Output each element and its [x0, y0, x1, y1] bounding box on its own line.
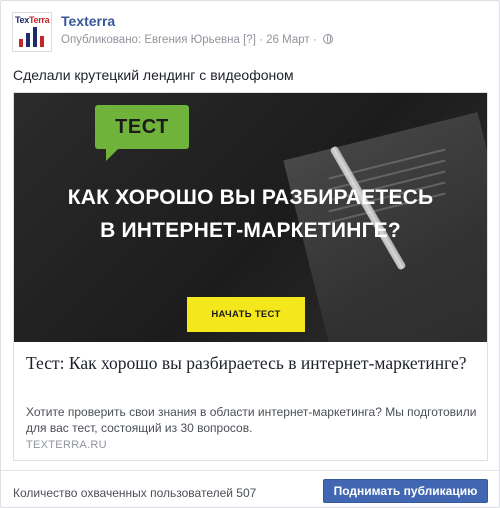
link-title[interactable]: Тест: Как хорошо вы разбираетесь в интер… [26, 352, 476, 374]
link-preview-image[interactable]: ТЕСТ КАК ХОРОШО ВЫ РАЗБИРАЕТЕСЬ В ИНТЕРН… [14, 93, 487, 342]
post-card: TexTerra Texterra Опубликовано: Евгения … [0, 0, 500, 508]
start-test-button[interactable]: НАЧАТЬ ТЕСТ [187, 297, 305, 332]
post-meta: Опубликовано: Евгения Юрьевна [?] · 26 М… [61, 34, 333, 46]
avatar-logo-text: TexTerra [15, 15, 50, 25]
link-description: Хотите проверить свои знания в области и… [26, 405, 477, 435]
hero-headline-line-2: В ИНТЕРНЕТ-МАРКЕТИНГЕ? [100, 219, 401, 242]
hero-headline-line-1: КАК ХОРОШО ВЫ РАЗБИРАЕТЕСЬ [67, 186, 434, 209]
globe-icon[interactable] [322, 34, 333, 44]
boost-post-button[interactable]: Поднимать публикацию [323, 479, 488, 503]
author-name[interactable]: Евгения Юрьевна [144, 34, 240, 46]
hero-headline: КАК ХОРОШО ВЫ РАЗБИРАЕТЕСЬ В ИНТЕРНЕТ-МА… [14, 181, 487, 247]
link-domain: TEXTERRA.RU [26, 439, 107, 451]
avatar-logo-part-2: Terra [28, 15, 50, 25]
test-badge-text: ТЕСТ [115, 116, 169, 138]
help-mark[interactable]: [?] [243, 34, 256, 46]
page-name-link[interactable]: Texterra [61, 13, 115, 29]
page-avatar[interactable]: TexTerra [12, 12, 52, 52]
logo-bars-icon [19, 27, 44, 47]
reach-count[interactable]: Количество охваченных пользователей 507 [13, 486, 256, 500]
link-preview[interactable]: ТЕСТ КАК ХОРОШО ВЫ РАЗБИРАЕТЕСЬ В ИНТЕРН… [13, 92, 488, 461]
test-badge-tail [106, 147, 120, 161]
post-date-link[interactable]: · 26 Март · [259, 34, 317, 46]
footer-divider [1, 470, 499, 471]
avatar-logo-part-1: Tex [15, 15, 29, 25]
post-text: Сделали крутецкий лендинг с видеофоном [13, 67, 294, 83]
meta-prefix: Опубликовано: [61, 34, 145, 46]
test-badge: ТЕСТ [95, 105, 189, 149]
